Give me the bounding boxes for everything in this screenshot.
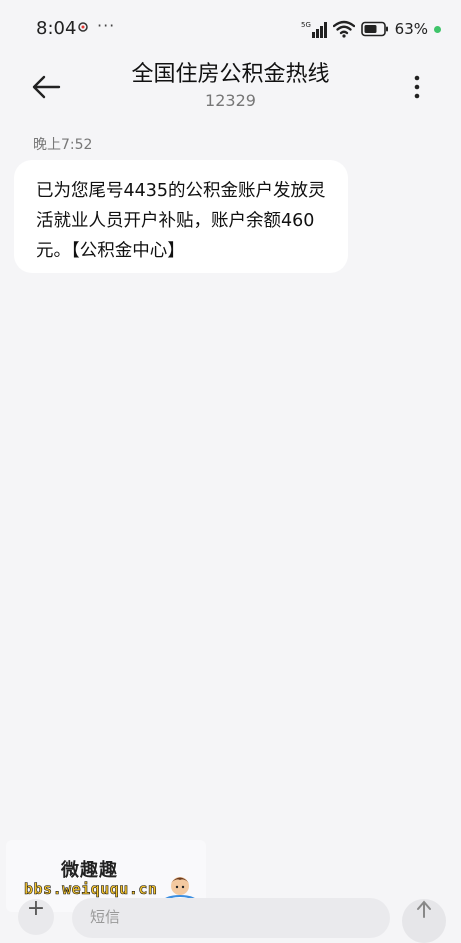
- more-notifications-indicator: ···: [97, 16, 116, 35]
- svg-text:5G: 5G: [301, 21, 311, 29]
- contact-info[interactable]: 全国住房公积金热线 12329: [80, 60, 381, 112]
- conversation-header: 全国住房公积金热线 12329: [0, 60, 461, 124]
- watermark-name: 微趣趣: [61, 860, 118, 881]
- message-composer: + 短信: [0, 895, 461, 943]
- message-timestamp: 晚上7:52: [33, 137, 93, 153]
- status-bar: 8:04 ··· 5G 63%: [0, 0, 461, 60]
- plus-icon: +: [26, 896, 46, 921]
- more-options-button[interactable]: [403, 70, 431, 104]
- battery-percent: 63%: [394, 20, 428, 38]
- contact-number: 12329: [205, 91, 256, 110]
- message-input[interactable]: 短信: [72, 898, 390, 938]
- more-vertical-icon: [414, 75, 420, 99]
- signal-icon: 5G: [301, 21, 327, 38]
- contact-name: 全国住房公积金热线: [131, 62, 330, 87]
- back-button[interactable]: [26, 70, 66, 104]
- status-icons: 5G 63%: [301, 18, 441, 40]
- status-time: 8:04: [36, 18, 77, 39]
- privacy-indicator-dot: [434, 25, 441, 33]
- add-attachment-button[interactable]: +: [18, 896, 54, 935]
- send-icon: [417, 900, 431, 918]
- battery-icon: [360, 21, 388, 37]
- send-button[interactable]: [402, 899, 446, 943]
- message-text: 已为您尾号4435的公积金账户发放灵活就业人员开户补贴，账户余额460元。【公积…: [36, 181, 326, 261]
- notification-icon: [78, 22, 88, 32]
- message-bubble[interactable]: 已为您尾号4435的公积金账户发放灵活就业人员开户补贴，账户余额460元。【公积…: [14, 160, 348, 273]
- wifi-icon: [332, 20, 355, 38]
- arrow-left-icon: [32, 75, 61, 99]
